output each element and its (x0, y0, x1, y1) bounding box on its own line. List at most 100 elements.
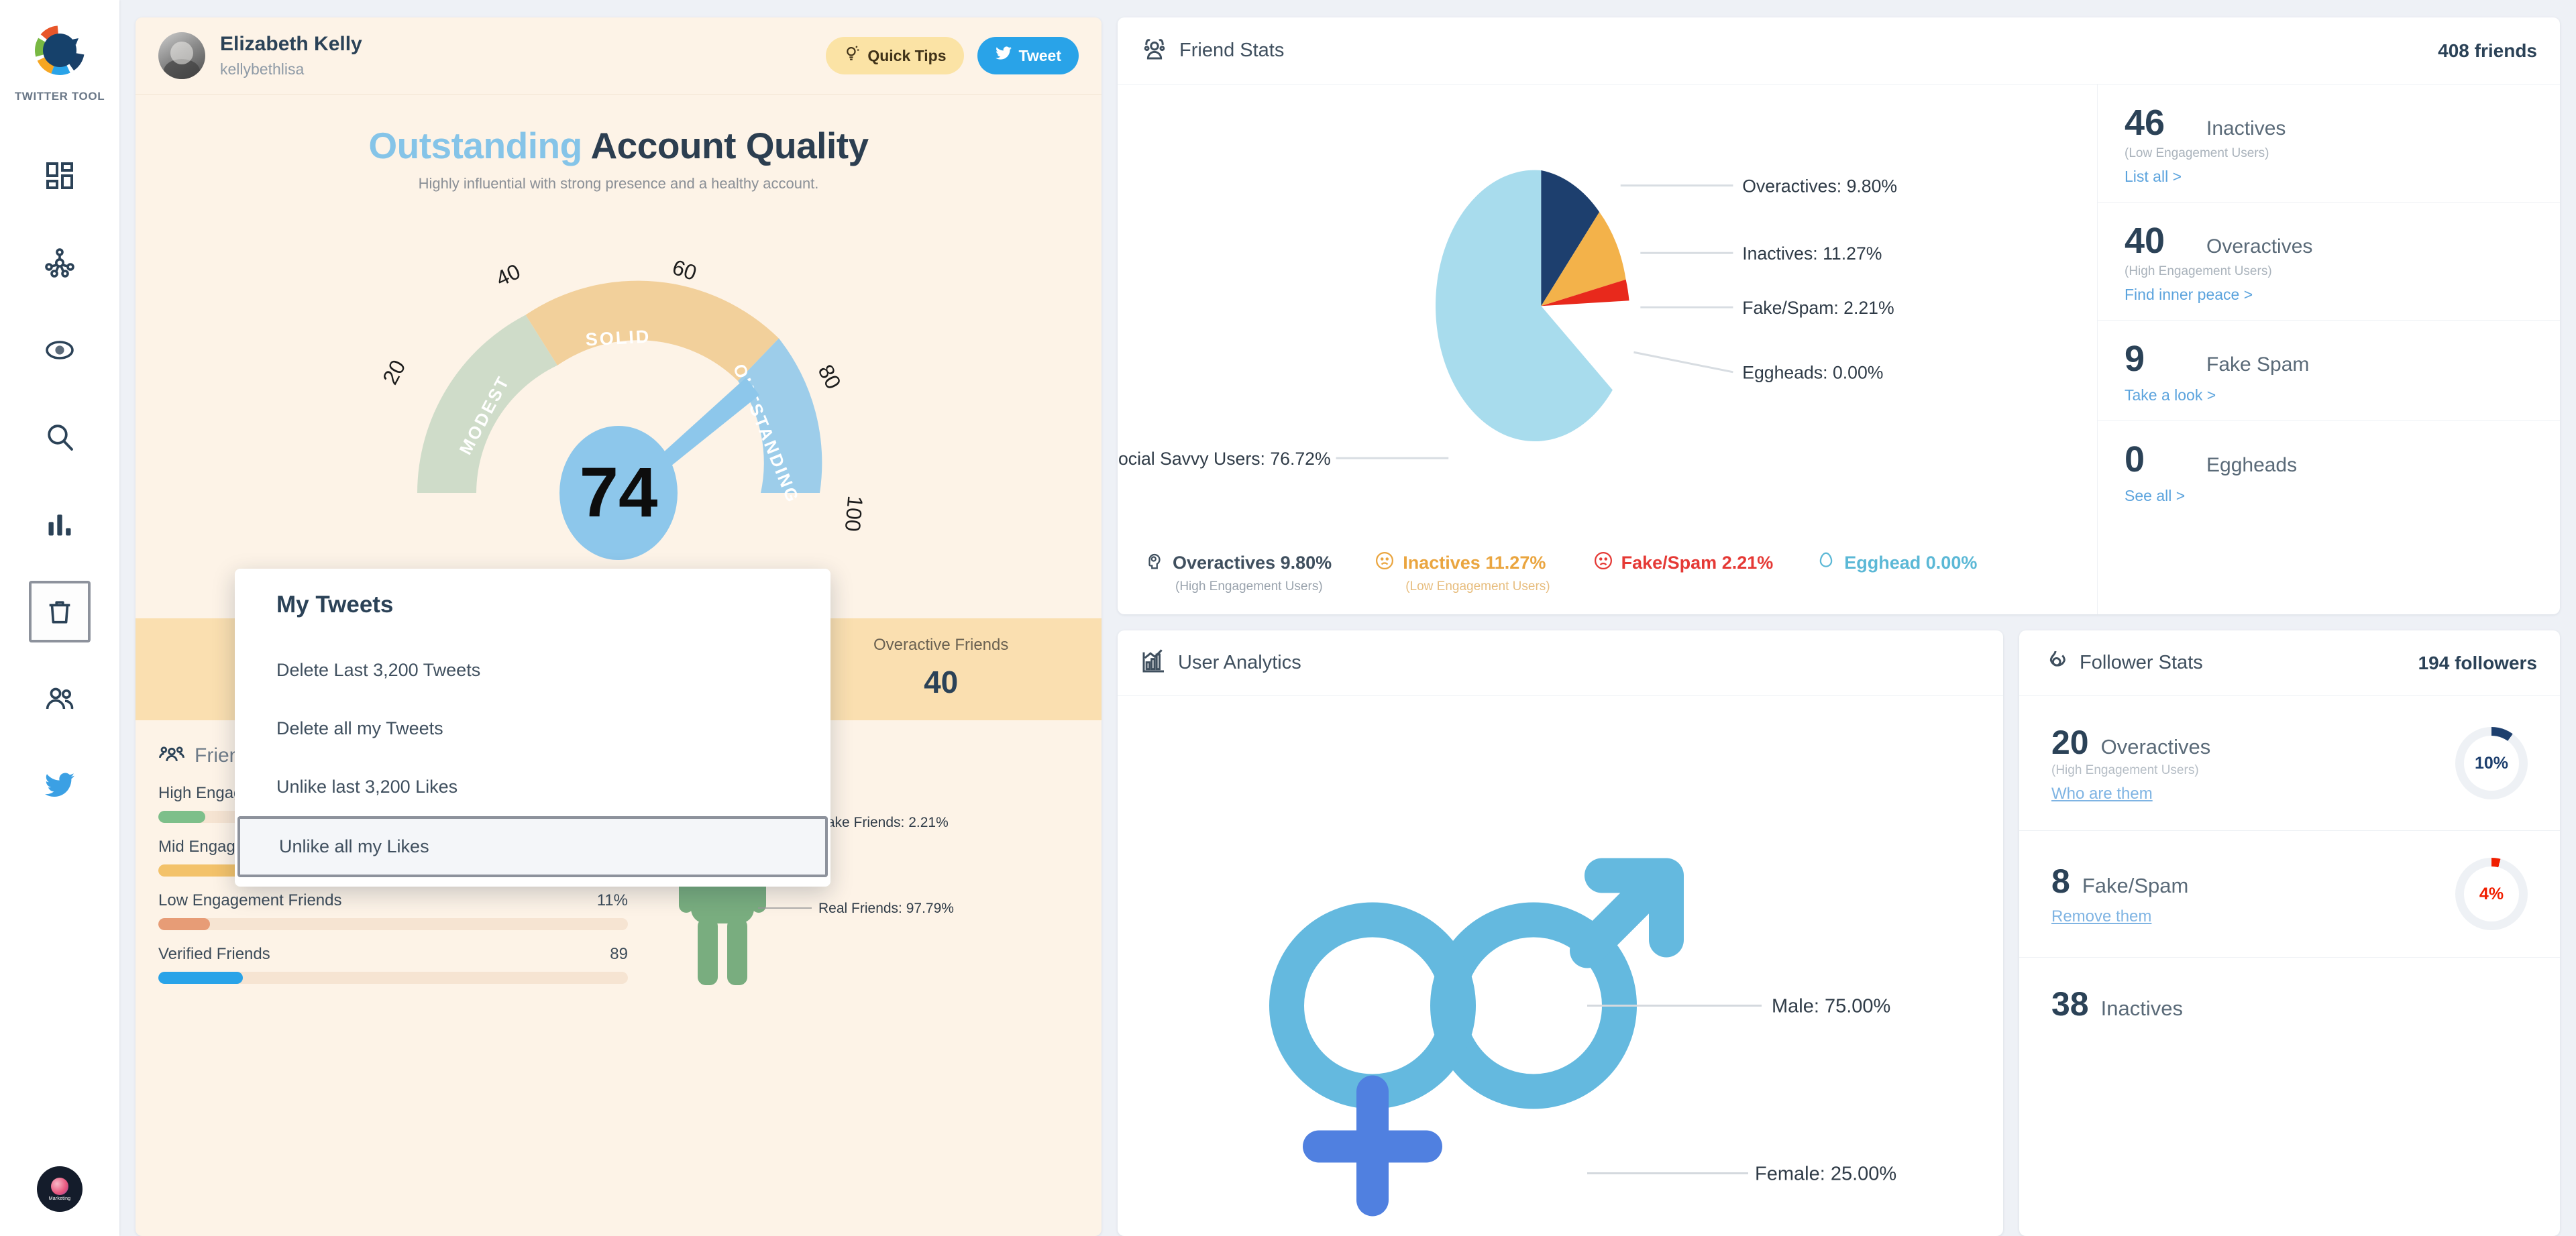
bar-fill (158, 811, 205, 823)
user-analytics-body: Male: 75.00% Female: 25.00% (1118, 696, 2003, 1236)
menu-item-unlike-all-my-likes[interactable]: Unlike all my Likes (237, 816, 828, 877)
sidebar-item-target[interactable] (29, 319, 91, 381)
follower-link[interactable]: Who are them (2051, 785, 2153, 803)
account-names: Elizabeth Kelly kellybethlisa (220, 33, 362, 78)
follower-sub: (High Engagement Users) (2051, 763, 2199, 777)
menu-item-delete-last-3200-tweets[interactable]: Delete Last 3,200 Tweets (235, 641, 830, 699)
bar-chart-icon (45, 510, 74, 539)
stat-link[interactable]: Take a look > (2125, 386, 2216, 404)
friend-stats-body: Overactives: 9.80% Inactives: 11.27% Fak… (1118, 85, 2560, 614)
legend-item-overactives: Overactives 9.80% (High Engagement Users… (1144, 551, 1332, 594)
svg-text:20: 20 (378, 356, 410, 388)
sidebar-item-search[interactable] (29, 406, 91, 468)
stat-number: 40 (2125, 221, 2165, 261)
stat-label: Overactive Friends (873, 636, 1009, 654)
follower-stat-row: 8 Fake/Spam Remove them 4% (2019, 831, 2560, 958)
svg-text:100: 100 (841, 495, 868, 532)
friend-stats-title: Friend Stats (1179, 40, 1285, 61)
sidebar-item-friends[interactable] (29, 668, 91, 730)
sidebar-bottom: Marketing (0, 1166, 119, 1212)
circleboom-logo-icon (27, 17, 93, 83)
svg-text:40: 40 (492, 259, 524, 291)
network-hub-icon (44, 247, 76, 279)
sidebar-item-network[interactable] (29, 232, 91, 294)
title-highlight: Outstanding (368, 125, 582, 166)
friend-stats-card: Friend Stats 408 friends Overactives: 9.… (1118, 17, 2560, 614)
follower-stats-count: 194 followers (2418, 652, 2537, 673)
menu-item-unlike-last-3200-likes[interactable]: Unlike last 3,200 Likes (235, 758, 830, 816)
bar-track (158, 918, 628, 930)
friend-stat-row: 0 Eggheads See all > (2098, 421, 2560, 521)
pie-chart-svg: Overactives: 9.80% Inactives: 11.27% Fak… (1118, 170, 1897, 469)
legend-item-fakespam: Fake/Spam 2.21% (1593, 551, 1773, 579)
stat-link[interactable]: See all > (2125, 487, 2185, 505)
stat-link[interactable]: List all > (2125, 168, 2182, 186)
gauge-score: 74 (559, 426, 678, 560)
follower-stats-card: Follower Stats 194 followers 20 Overacti… (2019, 630, 2560, 1236)
app-root: TWITTER TOOL Marketing Elizabeth Kelly k… (0, 0, 2576, 1236)
female-percentage-label: Female: 25.00% (1755, 1164, 1896, 1185)
support-label: Marketing (48, 1196, 71, 1201)
grid-icon (44, 160, 76, 192)
user-analytics-card: User Analytics Male: 75.00% Female: 25.0… (1118, 630, 2003, 1236)
bar-label: Low Engagement Friends (158, 891, 342, 909)
twitter-bird-icon (44, 770, 76, 802)
account-name: Elizabeth Kelly (220, 33, 362, 56)
lightbulb-icon (843, 45, 861, 66)
search-icon (44, 421, 76, 453)
tweet-button[interactable]: Tweet (977, 37, 1079, 74)
friend-stat-row: 40 Overactives (High Engagement Users) F… (2098, 203, 2560, 321)
egg-icon (1816, 551, 1836, 575)
support-dot-icon (51, 1177, 68, 1195)
friend-stat-row: 46 Inactives (Low Engagement Users) List… (2098, 85, 2560, 203)
follower-flame-icon (2042, 648, 2069, 678)
right-column: Friend Stats 408 friends Overactives: 9.… (1118, 17, 2560, 1236)
bar-row: Low Engagement Friends 11% (158, 891, 628, 930)
follower-link[interactable]: Remove them (2051, 907, 2151, 926)
tweet-label: Tweet (1018, 46, 1061, 64)
user-analytics-header: User Analytics (1118, 630, 2003, 696)
main-content: Elizabeth Kelly kellybethlisa Quick Tips (119, 0, 2576, 1236)
avatar (158, 32, 205, 79)
follower-stats-title: Follower Stats (2080, 652, 2203, 673)
legend-item-egghead: Egghead 0.00% (1816, 551, 1977, 579)
sidebar-item-twitter[interactable] (29, 755, 91, 817)
stat-number: 9 (2125, 339, 2145, 379)
bar-value: 89 (610, 945, 628, 963)
bar-track (158, 972, 628, 984)
sidebar-item-dashboard[interactable] (29, 145, 91, 207)
brand[interactable]: TWITTER TOOL (15, 17, 105, 103)
fake-friends-callout: Fake Friends: 2.21% (818, 815, 949, 830)
bar-fill (158, 972, 243, 984)
sidebar-item-delete[interactable] (29, 581, 91, 642)
follower-label: Inactives (2100, 997, 2183, 1020)
friend-stat-row: 9 Fake Spam Take a look > (2098, 321, 2560, 421)
bar-row: Verified Friends 89 (158, 945, 628, 984)
stat-sub: (High Engagement Users) (2125, 264, 2272, 278)
support-widget-button[interactable]: Marketing (37, 1166, 83, 1212)
follower-number: 8 (2051, 862, 2070, 900)
bar-fill (158, 918, 210, 930)
svg-text:80: 80 (813, 361, 845, 393)
stat-label: Fake Spam (2206, 353, 2310, 376)
follower-number: 20 (2051, 724, 2089, 761)
user-analytics-title: User Analytics (1178, 652, 1301, 673)
target-eye-icon (44, 334, 76, 366)
stat-value: 40 (924, 665, 959, 699)
legend-text: Overactives 9.80% (1173, 553, 1332, 573)
account-header: Elizabeth Kelly kellybethlisa Quick Tips (136, 17, 1102, 95)
friend-stats-pie-chart: Overactives: 9.80% Inactives: 11.27% Fak… (1118, 85, 2097, 614)
quick-tips-label: Quick Tips (867, 46, 947, 64)
sidebar: TWITTER TOOL Marketing (0, 0, 119, 1236)
account-handle: kellybethlisa (220, 60, 305, 78)
sidebar-item-analytics[interactable] (29, 494, 91, 555)
brand-name: TWITTER TOOL (14, 90, 105, 103)
account-quality-gauge: MODEST SOLID OUTSTANDING 20 40 60 80 100 (317, 205, 920, 580)
menu-item-delete-all-my-tweets[interactable]: Delete all my Tweets (235, 699, 830, 758)
title-rest: Account Quality (590, 125, 869, 166)
friend-stats-side-list: 46 Inactives (Low Engagement Users) List… (2097, 85, 2560, 614)
quick-tips-button[interactable]: Quick Tips (826, 37, 964, 74)
stat-link[interactable]: Find inner peace > (2125, 286, 2253, 304)
svg-text:SOLID: SOLID (585, 326, 651, 349)
donut-value: 4% (2464, 866, 2519, 921)
